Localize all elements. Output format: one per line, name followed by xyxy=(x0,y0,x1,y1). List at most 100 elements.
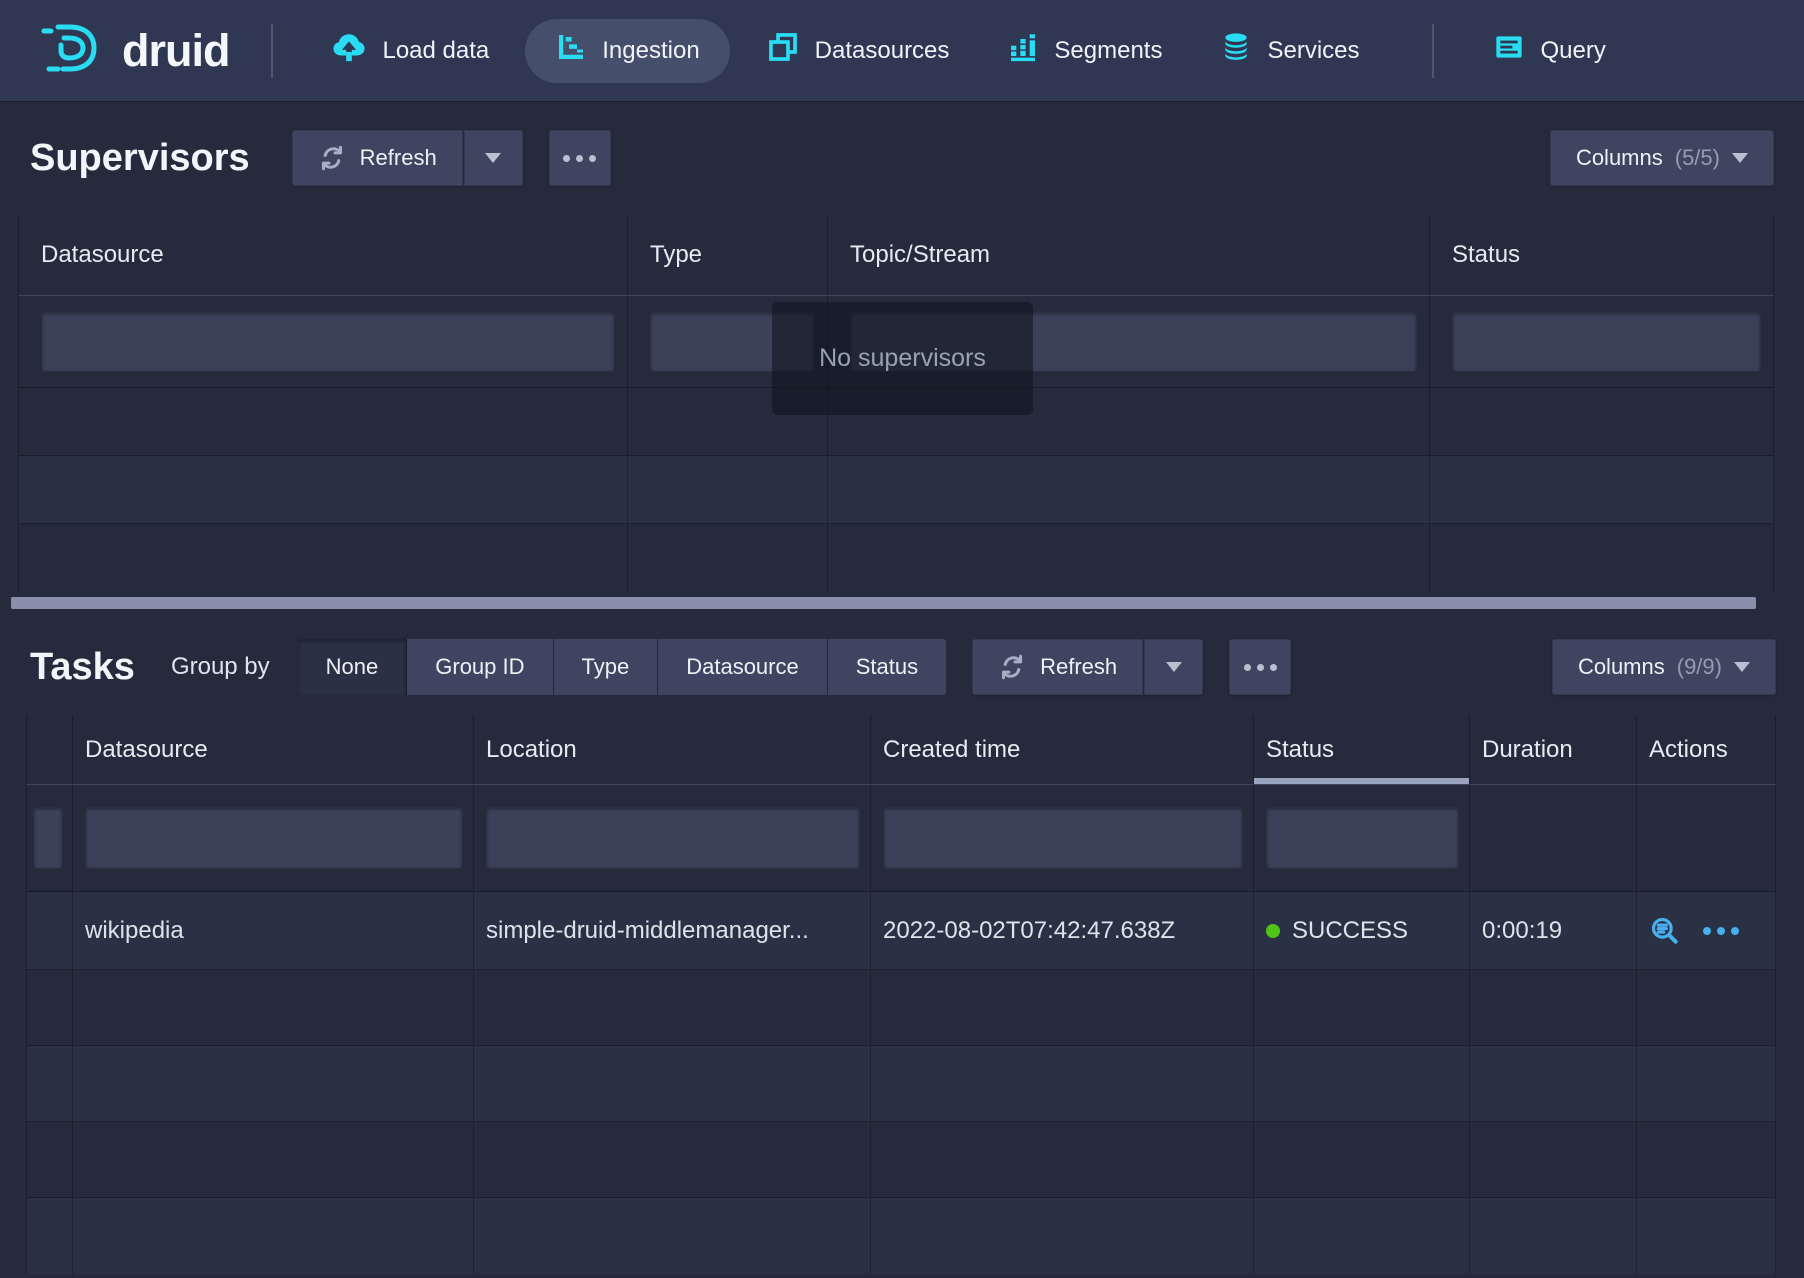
console-icon xyxy=(1492,31,1526,70)
supervisors-filter-row xyxy=(18,296,1774,388)
header-datasource[interactable]: Datasource xyxy=(73,715,474,784)
sort-indicator xyxy=(1254,778,1469,784)
table-row xyxy=(18,524,1774,592)
supervisors-refresh-caret-button[interactable] xyxy=(463,130,523,186)
header-actions[interactable]: Actions xyxy=(1637,715,1776,784)
filter-status-input[interactable] xyxy=(1452,312,1761,372)
navbar: druid Load data Ingestion xyxy=(0,0,1804,101)
task-datasource: wikipedia xyxy=(73,892,474,969)
supervisors-refresh-group: Refresh xyxy=(292,130,523,186)
filter-topic-stream-input[interactable] xyxy=(850,312,1417,372)
tasks-columns-button[interactable]: Columns (9/9) xyxy=(1552,639,1776,695)
group-by-label: Group by xyxy=(171,653,270,681)
filter-datasource-input[interactable] xyxy=(41,312,615,372)
table-row xyxy=(26,1122,1776,1198)
more-dots-icon xyxy=(1244,664,1277,671)
table-row xyxy=(18,456,1774,524)
navbar-divider xyxy=(1432,24,1434,78)
group-by-status-button[interactable]: Status xyxy=(828,639,946,695)
filter-location-input[interactable] xyxy=(486,807,860,869)
supervisors-more-button[interactable] xyxy=(549,130,611,186)
status-badge: SUCCESS xyxy=(1292,917,1408,945)
group-by-group-id-button[interactable]: Group ID xyxy=(407,639,553,695)
nav-load-data[interactable]: Load data xyxy=(309,19,511,83)
stacked-bars-icon xyxy=(1007,31,1039,70)
nav-item-label: Services xyxy=(1267,37,1359,65)
task-actions xyxy=(1637,892,1776,969)
task-more-actions-button[interactable] xyxy=(1703,927,1739,935)
filter-type-input[interactable] xyxy=(650,312,815,372)
tasks-refresh-group: Refresh xyxy=(972,639,1203,695)
filter-created-time-input[interactable] xyxy=(883,807,1243,869)
more-dots-icon xyxy=(563,155,596,162)
supervisors-toolbar: Supervisors Refresh Columns (5/5) xyxy=(30,128,1774,188)
header-spacer xyxy=(26,715,73,784)
refresh-label: Refresh xyxy=(360,145,437,171)
task-duration: 0:00:19 xyxy=(1470,892,1637,969)
header-datasource[interactable]: Datasource xyxy=(18,215,628,295)
supervisors-refresh-button[interactable]: Refresh xyxy=(292,130,463,186)
nav-ingestion[interactable]: Ingestion xyxy=(525,19,729,83)
druid-logo[interactable]: druid xyxy=(40,18,229,83)
stacked-layers-icon xyxy=(766,30,800,71)
tasks-filter-row xyxy=(26,785,1776,892)
nav-services[interactable]: Services xyxy=(1198,19,1381,83)
columns-label: Columns xyxy=(1576,145,1663,171)
tasks-more-button[interactable] xyxy=(1229,639,1291,695)
nav-datasources[interactable]: Datasources xyxy=(744,19,972,83)
header-topic-stream[interactable]: Topic/Stream xyxy=(828,215,1430,295)
table-row xyxy=(26,1198,1776,1274)
tasks-refresh-caret-button[interactable] xyxy=(1143,639,1203,695)
chevron-down-icon xyxy=(1732,153,1748,163)
nav-item-label: Ingestion xyxy=(602,37,699,65)
inspect-task-button[interactable] xyxy=(1649,915,1681,947)
supervisors-columns-button[interactable]: Columns (5/5) xyxy=(1550,130,1774,186)
nav-item-label: Segments xyxy=(1054,37,1162,65)
refresh-icon xyxy=(318,144,346,172)
tasks-toolbar: Tasks Group by None Group ID Type Dataso… xyxy=(30,639,1776,695)
upload-cloud-icon xyxy=(331,30,367,71)
header-location[interactable]: Location xyxy=(474,715,871,784)
task-row-wikipedia[interactable]: wikipedia simple-druid-middlemanager... … xyxy=(26,892,1776,970)
nav-query[interactable]: Query xyxy=(1470,19,1628,83)
filter-datasource-input[interactable] xyxy=(85,807,463,869)
header-status[interactable]: Status xyxy=(1430,215,1774,295)
druid-logo-icon xyxy=(40,18,108,83)
refresh-icon xyxy=(998,653,1026,681)
header-created-time[interactable]: Created time xyxy=(871,715,1254,784)
tasks-title: Tasks xyxy=(30,646,135,689)
group-by-none-button[interactable]: None xyxy=(298,639,408,695)
filter-mini-input[interactable] xyxy=(33,807,63,869)
brand-wordmark: druid xyxy=(122,25,229,77)
horizontal-scrollbar[interactable] xyxy=(11,597,1756,609)
success-status-dot xyxy=(1266,924,1280,938)
columns-label: Columns xyxy=(1578,654,1665,680)
task-status: SUCCESS xyxy=(1254,892,1470,969)
group-by-type-button[interactable]: Type xyxy=(554,639,659,695)
supervisors-table: Datasource Type Topic/Stream Status No s… xyxy=(18,215,1774,592)
header-status-label: Status xyxy=(1266,736,1334,764)
group-by-datasource-button[interactable]: Datasource xyxy=(658,639,828,695)
table-row xyxy=(18,388,1774,456)
tasks-header-row: Datasource Location Created time Status … xyxy=(26,715,1776,785)
chevron-down-icon xyxy=(1734,662,1750,672)
chevron-down-icon xyxy=(1166,662,1182,672)
nav-item-label: Datasources xyxy=(815,37,950,65)
header-duration[interactable]: Duration xyxy=(1470,715,1637,784)
table-row xyxy=(26,1046,1776,1122)
nav-item-label: Query xyxy=(1541,37,1606,65)
task-created-time: 2022-08-02T07:42:47.638Z xyxy=(871,892,1254,969)
tasks-table: Datasource Location Created time Status … xyxy=(26,715,1776,1274)
columns-count: (5/5) xyxy=(1675,145,1720,171)
filter-status-input[interactable] xyxy=(1266,807,1459,869)
gantt-chart-icon xyxy=(555,31,587,70)
header-type[interactable]: Type xyxy=(628,215,828,295)
database-icon xyxy=(1220,30,1252,71)
chevron-down-icon xyxy=(485,153,501,163)
columns-count: (9/9) xyxy=(1677,654,1722,680)
refresh-label: Refresh xyxy=(1040,654,1117,680)
nav-item-label: Load data xyxy=(382,37,489,65)
tasks-refresh-button[interactable]: Refresh xyxy=(972,639,1143,695)
nav-segments[interactable]: Segments xyxy=(985,19,1184,83)
header-status-sorted[interactable]: Status xyxy=(1254,715,1470,784)
